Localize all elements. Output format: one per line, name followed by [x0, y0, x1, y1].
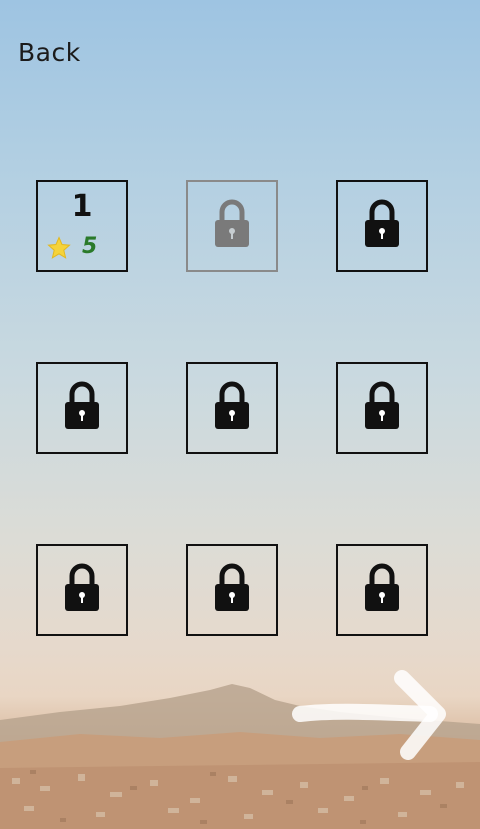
level-tile-2[interactable] [186, 180, 278, 272]
lock-icon [365, 563, 399, 611]
level-tile-1[interactable]: 1 5 [36, 180, 128, 272]
lock-icon [215, 199, 249, 247]
lock-icon [365, 381, 399, 429]
star-icon [47, 236, 71, 259]
stars-count: 5 [82, 234, 98, 259]
level-tile-9[interactable] [336, 544, 428, 636]
level-number: 1 [71, 189, 93, 224]
level-tile-6[interactable] [336, 362, 428, 454]
level-tile-5[interactable] [186, 362, 278, 454]
lock-icon [215, 381, 249, 429]
lock-icon [215, 563, 249, 611]
back-button[interactable]: Back [18, 38, 81, 68]
lock-icon [65, 563, 99, 611]
level-tile-8[interactable] [186, 544, 278, 636]
level-tile-3[interactable] [336, 180, 428, 272]
lock-icon [65, 381, 99, 429]
level-tile-7[interactable] [36, 544, 128, 636]
arrow-right-icon[interactable] [292, 666, 452, 762]
level-tile-4[interactable] [36, 362, 128, 454]
lock-icon [365, 199, 399, 247]
